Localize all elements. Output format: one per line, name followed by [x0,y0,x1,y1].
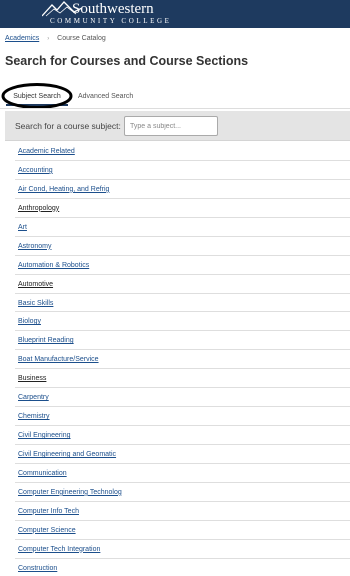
subject-link[interactable]: Blueprint Reading [18,337,74,344]
list-item: Communication [15,464,350,483]
list-item: Civil Engineering [15,426,350,445]
subject-link[interactable]: Basic Skills [18,300,53,307]
breadcrumb: Academics › Course Catalog [5,34,106,44]
list-item: Business [15,369,350,389]
tab-advanced-search[interactable]: Advanced Search [78,88,133,106]
list-item: Accounting [15,161,350,180]
subject-link[interactable]: Business [18,375,46,382]
college-logo[interactable]: Southwestern COMMUNITY COLLEGE [42,1,192,27]
list-item: Biology [15,312,350,332]
subject-link[interactable]: Computer Tech Integration [18,546,100,553]
list-item: Boat Manufacture/Service [15,350,350,370]
subject-list: Academic Related Accounting Air Cond, Heat… [15,142,350,576]
list-item: Chemistry [15,407,350,427]
subject-link[interactable]: Computer Engineering Technolog [18,489,122,496]
site-header: Southwestern COMMUNITY COLLEGE [0,0,350,28]
subject-link[interactable]: Automotive [18,281,53,288]
subject-link[interactable]: Boat Manufacture/Service [18,356,99,363]
logo-title: Southwestern [72,1,154,17]
list-item: Computer Engineering Technolog [15,483,350,502]
list-item: Civil Engineering and Geomatic [15,445,350,464]
page-title: Search for Courses and Course Sections [5,54,249,68]
search-label: Search for a course subject: [15,121,121,131]
list-item: Automation & Robotics [15,256,350,275]
subject-link[interactable]: Civil Engineering [18,432,71,439]
subject-search-bar: Search for a course subject: [5,111,350,141]
subject-link[interactable]: Academic Related [18,148,75,155]
breadcrumb-academics-link[interactable]: Academics [5,35,39,42]
list-item: Automotive [15,275,350,294]
subject-link[interactable]: Carpentry [18,394,49,401]
subject-link[interactable]: Automation & Robotics [18,262,89,269]
list-item: Computer Science [15,521,350,540]
breadcrumb-separator-icon: › [47,36,50,42]
tab-divider [0,108,350,109]
list-item: Academic Related [15,142,350,161]
subject-link[interactable]: Computer Info Tech [18,508,79,515]
logo-subtitle: COMMUNITY COLLEGE [50,17,172,25]
subject-link[interactable]: Communication [18,470,67,477]
tab-subject-search[interactable]: Subject Search [6,88,68,106]
subject-link[interactable]: Chemistry [18,413,50,420]
list-item: Air Cond, Heating, and Refrig [15,180,350,199]
subject-link[interactable]: Computer Science [18,527,76,534]
list-item: Anthropology [15,199,350,218]
list-item: Astronomy [15,237,350,256]
list-item: Construction [15,559,350,576]
list-item: Computer Info Tech [15,502,350,521]
subject-link[interactable]: Accounting [18,167,53,174]
subject-link[interactable]: Civil Engineering and Geomatic [18,451,116,458]
list-item: Computer Tech Integration [15,540,350,559]
list-item: Blueprint Reading [15,331,350,351]
subject-link[interactable]: Construction [18,565,57,572]
subject-search-input[interactable] [124,116,218,136]
subject-link[interactable]: Astronomy [18,243,51,250]
subject-link[interactable]: Air Cond, Heating, and Refrig [18,186,109,193]
breadcrumb-current: Course Catalog [57,35,106,42]
subject-link[interactable]: Art [18,224,27,231]
list-item: Art [15,218,350,237]
subject-link[interactable]: Anthropology [18,205,59,212]
subject-link[interactable]: Biology [18,318,41,325]
list-item: Carpentry [15,388,350,408]
list-item: Basic Skills [15,294,350,313]
